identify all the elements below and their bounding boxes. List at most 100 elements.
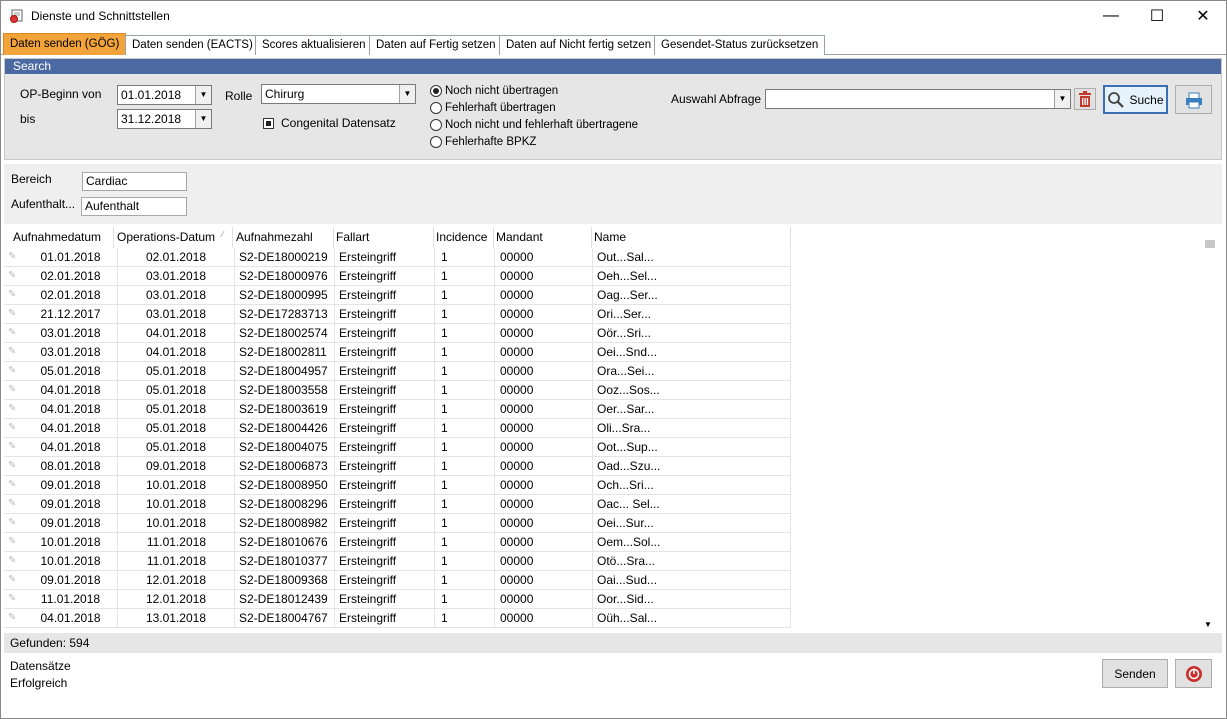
aufenthalt-field[interactable]: Aufenthalt [81, 197, 187, 216]
table-row[interactable]: ✎ 02.01.2018 03.01.2018 S2-DE18000995 Erstei… [4, 286, 791, 305]
table-cell: S2-DE18004767 [236, 609, 335, 627]
radio-fehlerhaft[interactable]: Fehlerhaft übertragen [430, 102, 556, 114]
table-row[interactable]: ✎ 04.01.2018 13.01.2018 S2-DE18004767 Erstei… [4, 609, 791, 628]
date-to-picker[interactable]: 31.12.2018 ▼ [117, 109, 212, 129]
bereich-field[interactable]: Cardiac [82, 172, 187, 191]
edit-pencil-icon[interactable]: ✎ [8, 327, 18, 339]
table-row[interactable]: ✎ 01.01.2018 02.01.2018 S2-DE18000219 Erstei… [4, 248, 791, 267]
edit-pencil-icon[interactable]: ✎ [8, 536, 18, 548]
chevron-down-icon[interactable]: ▼ [195, 86, 211, 104]
table-cell: 05.01.2018 [117, 381, 235, 399]
edit-pencil-icon[interactable]: ✎ [8, 612, 18, 624]
table-cell: 10.01.2018 [24, 552, 118, 570]
edit-pencil-icon[interactable]: ✎ [8, 460, 18, 472]
radio-dot[interactable] [430, 102, 442, 114]
column-header-operations-datum[interactable]: Operations-Datum [117, 227, 233, 248]
column-header-aufnahmezahl[interactable]: Aufnahmezahl [236, 227, 334, 248]
edit-pencil-icon[interactable]: ✎ [8, 498, 18, 510]
column-header-incidence[interactable]: Incidence [436, 227, 494, 248]
table-cell: 00000 [496, 286, 593, 304]
suche-button[interactable]: Suche [1103, 85, 1168, 114]
table-row[interactable]: ✎ 09.01.2018 10.01.2018 S2-DE18008982 Erstei… [4, 514, 791, 533]
edit-pencil-icon[interactable]: ✎ [8, 555, 18, 567]
edit-pencil-icon[interactable]: ✎ [8, 574, 18, 586]
table-cell: Oör...Sri... [594, 324, 791, 342]
chevron-down-icon[interactable]: ▼ [195, 110, 211, 128]
scroll-down-icon[interactable]: ▼ [1204, 620, 1212, 629]
congenital-checkbox[interactable]: Congenital Datensatz [263, 116, 396, 130]
table-row[interactable]: ✎ 02.01.2018 03.01.2018 S2-DE18000976 Erstei… [4, 267, 791, 286]
table-row[interactable]: ✎ 03.01.2018 04.01.2018 S2-DE18002574 Erstei… [4, 324, 791, 343]
column-header-fallart[interactable]: Fallart [336, 227, 434, 248]
edit-pencil-icon[interactable]: ✎ [8, 365, 18, 377]
stop-button[interactable] [1175, 659, 1212, 688]
table-row[interactable]: ✎ 10.01.2018 11.01.2018 S2-DE18010377 Erstei… [4, 552, 791, 571]
edit-pencil-icon[interactable]: ✎ [8, 289, 18, 301]
maximize-button[interactable]: ☐ [1134, 1, 1180, 31]
tab-daten-senden-eacts[interactable]: Daten senden (EACTS) [125, 35, 260, 55]
table-row[interactable]: ✎ 08.01.2018 09.01.2018 S2-DE18006873 Erstei… [4, 457, 791, 476]
radio-dot[interactable] [430, 119, 442, 131]
table-cell: Ersteingriff [336, 305, 435, 323]
table-row[interactable]: ✎ 05.01.2018 05.01.2018 S2-DE18004957 Erstei… [4, 362, 791, 381]
tab-daten-nicht-fertig[interactable]: Daten auf Nicht fertig setzen [499, 35, 659, 55]
table-row[interactable]: ✎ 03.01.2018 04.01.2018 S2-DE18002811 Erstei… [4, 343, 791, 362]
table-row[interactable]: ✎ 09.01.2018 10.01.2018 S2-DE18008950 Erstei… [4, 476, 791, 495]
tab-strip: Daten senden (GÖG) Daten senden (EACTS) … [1, 33, 1226, 55]
column-header-name[interactable]: Name [594, 227, 791, 248]
tab-gesendet-status[interactable]: Gesendet-Status zurücksetzen [654, 35, 826, 55]
table-cell: Oem...Sol... [594, 533, 791, 551]
table-cell: Ersteingriff [336, 419, 435, 437]
date-from-picker[interactable]: 01.01.2018 ▼ [117, 85, 212, 105]
radio-dot[interactable] [430, 136, 442, 148]
column-header-aufnahmedatum[interactable]: Aufnahmedatum [13, 227, 114, 248]
table-row[interactable]: ✎ 04.01.2018 05.01.2018 S2-DE18004075 Erstei… [4, 438, 791, 457]
edit-pencil-icon[interactable]: ✎ [8, 270, 18, 282]
column-header-mandant[interactable]: Mandant [496, 227, 592, 248]
chevron-down-icon[interactable]: ▼ [1054, 90, 1070, 108]
scroll-thumb[interactable] [1205, 240, 1215, 248]
edit-pencil-icon[interactable]: ✎ [8, 441, 18, 453]
table-row[interactable]: ✎ 04.01.2018 05.01.2018 S2-DE18003558 Erstei… [4, 381, 791, 400]
tab-scores-aktualisieren[interactable]: Scores aktualisieren [255, 35, 373, 55]
table-cell: 1 [436, 514, 495, 532]
radio-noch-nicht[interactable]: Noch nicht übertragen [430, 85, 558, 97]
table-cell: Oeh...Sel... [594, 267, 791, 285]
senden-button[interactable]: Senden [1102, 659, 1168, 688]
table-row[interactable]: ✎ 21.12.2017 03.01.2018 S2-DE17283713 Erstei… [4, 305, 791, 324]
radio-noch-nicht-und-fehlerhaft[interactable]: Noch nicht und fehlerhaft übertragene [430, 119, 638, 131]
edit-pencil-icon[interactable]: ✎ [8, 403, 18, 415]
table-row[interactable]: ✎ 09.01.2018 12.01.2018 S2-DE18009368 Erstei… [4, 571, 791, 590]
table-row[interactable]: ✎ 10.01.2018 11.01.2018 S2-DE18010676 Erstei… [4, 533, 791, 552]
table-row[interactable]: ✎ 09.01.2018 10.01.2018 S2-DE18008296 Erstei… [4, 495, 791, 514]
table-row[interactable]: ✎ 11.01.2018 12.01.2018 S2-DE18012439 Erstei… [4, 590, 791, 609]
edit-pencil-icon[interactable]: ✎ [8, 593, 18, 605]
print-button[interactable] [1175, 85, 1212, 114]
table-cell: Ersteingriff [336, 400, 435, 418]
table-cell: 00000 [496, 248, 593, 266]
edit-pencil-icon[interactable]: ✎ [8, 517, 18, 529]
close-button[interactable]: ✕ [1180, 1, 1226, 31]
edit-pencil-icon[interactable]: ✎ [8, 346, 18, 358]
table-cell: 03.01.2018 [24, 343, 118, 361]
minimize-button[interactable]: — [1088, 1, 1134, 31]
delete-query-button[interactable] [1074, 88, 1096, 110]
vertical-scrollbar[interactable]: ▼ [1201, 228, 1218, 633]
edit-pencil-icon[interactable]: ✎ [8, 384, 18, 396]
edit-pencil-icon[interactable]: ✎ [8, 479, 18, 491]
chevron-down-icon[interactable]: ▼ [399, 85, 415, 103]
edit-pencil-icon[interactable]: ✎ [8, 251, 18, 263]
radio-dot[interactable] [430, 85, 442, 97]
table-row[interactable]: ✎ 04.01.2018 05.01.2018 S2-DE18004426 Erstei… [4, 419, 791, 438]
edit-pencil-icon[interactable]: ✎ [8, 308, 18, 320]
tab-daten-fertig[interactable]: Daten auf Fertig setzen [369, 35, 503, 55]
rolle-select[interactable]: Chirurg ▼ [261, 84, 416, 104]
table-cell: 1 [436, 438, 495, 456]
auswahl-select[interactable]: ▼ [765, 89, 1071, 109]
table-cell: 08.01.2018 [24, 457, 118, 475]
table-row[interactable]: ✎ 04.01.2018 05.01.2018 S2-DE18003619 Erstei… [4, 400, 791, 419]
edit-pencil-icon[interactable]: ✎ [8, 422, 18, 434]
checkbox-box[interactable] [263, 117, 274, 129]
tab-daten-senden-goeg[interactable]: Daten senden (GÖG) [3, 33, 127, 55]
radio-fehlerhafte-bpkz[interactable]: Fehlerhafte BPKZ [430, 136, 536, 148]
